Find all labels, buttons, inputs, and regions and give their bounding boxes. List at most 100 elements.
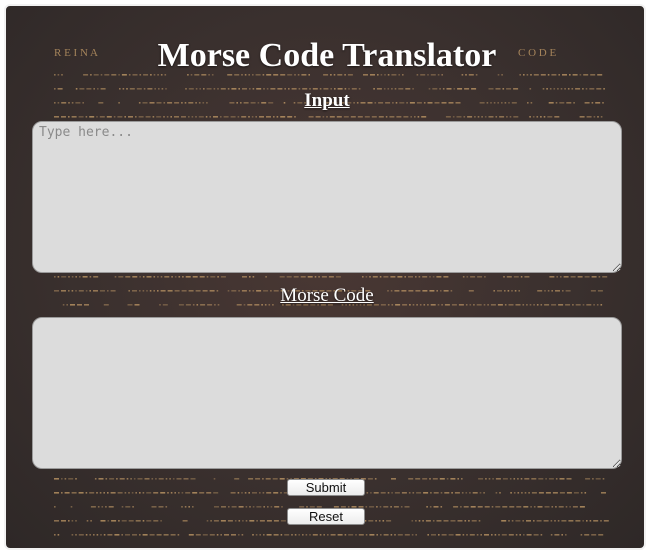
- morse-mark: [603, 520, 609, 522]
- morse-mark: [355, 534, 357, 536]
- morse-mark: [570, 276, 576, 278]
- morse-mark: [531, 492, 537, 494]
- morse-mark: [404, 276, 406, 278]
- morse-mark: [450, 478, 456, 480]
- morse-mark: [365, 276, 368, 278]
- morse-mark: [153, 520, 159, 522]
- morse-mark: [86, 520, 89, 522]
- morse-mark: [138, 116, 144, 118]
- morse-mark: [237, 492, 240, 494]
- morse-mark: [549, 276, 555, 278]
- morse-mark: [206, 520, 209, 522]
- morse-mark: [298, 534, 300, 536]
- morse-mark: [216, 534, 219, 536]
- morse-mark: [484, 116, 487, 118]
- morse-mark: [513, 478, 516, 480]
- morse-mark: [529, 116, 531, 118]
- morse-mark: [372, 276, 378, 278]
- morse-mark: [421, 116, 427, 118]
- morse-mark: [151, 506, 157, 508]
- morse-mark: [209, 116, 211, 118]
- morse-mark: [506, 276, 512, 278]
- morse-mark: [192, 276, 198, 278]
- morse-mark: [565, 506, 568, 508]
- morse-mark: [183, 478, 189, 480]
- morse-mark: [477, 506, 483, 508]
- morse-mark: [415, 478, 421, 480]
- morse-mark: [188, 534, 194, 536]
- morse-mark: [429, 506, 432, 508]
- morse-mark: [403, 116, 409, 118]
- morse-mark: [213, 492, 219, 494]
- morse-mark: [220, 276, 226, 278]
- morse-mark: [558, 506, 564, 508]
- morse-mark: [517, 478, 519, 480]
- morse-mark: [460, 506, 462, 508]
- morse-mark: [146, 492, 152, 494]
- morse-mark: [174, 276, 177, 278]
- morse-mark: [481, 116, 483, 118]
- morse-mark: [280, 492, 282, 494]
- morse-mark: [368, 520, 374, 522]
- morse-mark: [103, 492, 105, 494]
- morse-mark: [170, 534, 176, 536]
- morse-mark: [132, 506, 134, 508]
- morse-output-textarea[interactable]: [32, 317, 622, 469]
- morse-mark: [124, 492, 127, 494]
- morse-mark: [238, 520, 241, 522]
- morse-mark: [374, 478, 377, 480]
- morse-mark: [248, 116, 250, 118]
- morse-mark: [466, 534, 468, 536]
- morse-mark: [488, 116, 494, 118]
- morse-mark: [592, 478, 594, 480]
- morse-mark: [79, 276, 81, 278]
- morse-mark: [461, 492, 464, 494]
- morse-mark: [532, 116, 535, 118]
- morse-mark: [491, 534, 493, 536]
- morse-mark: [484, 276, 486, 278]
- morse-mark: [263, 506, 265, 508]
- morse-mark: [477, 116, 480, 118]
- morse-mark: [369, 276, 371, 278]
- morse-mark: [145, 116, 151, 118]
- morse-mark: [280, 116, 286, 118]
- morse-mark: [478, 478, 484, 480]
- morse-mark: [563, 276, 569, 278]
- reset-button[interactable]: Reset: [287, 508, 365, 525]
- morse-mark: [188, 506, 190, 508]
- morse-mark: [536, 520, 542, 522]
- morse-mark: [390, 506, 392, 508]
- morse-mark: [176, 478, 182, 480]
- morse-mark: [293, 276, 299, 278]
- morse-mark: [192, 492, 198, 494]
- morse-mark: [390, 276, 396, 278]
- morse-mark: [526, 520, 531, 522]
- morse-mark: [75, 534, 77, 536]
- morse-mark: [586, 116, 592, 118]
- morse-mark: [71, 492, 77, 494]
- morse-mark: [128, 520, 134, 522]
- morse-mark: [411, 534, 414, 536]
- morse-mark: [572, 506, 578, 508]
- morse-mark: [484, 506, 490, 508]
- morse-mark: [404, 534, 410, 536]
- morse-mark: [464, 520, 467, 522]
- morse-mark: [426, 506, 428, 508]
- morse-mark: [506, 116, 508, 118]
- morse-mark: [416, 492, 422, 494]
- input-textarea[interactable]: [32, 121, 622, 273]
- morse-mark: [146, 520, 152, 522]
- morse-mark: [502, 506, 508, 508]
- submit-button[interactable]: Submit: [287, 479, 365, 496]
- morse-mark: [241, 492, 243, 494]
- morse-mark: [177, 534, 180, 536]
- morse-mark: [259, 520, 265, 522]
- app-window: R E I N A C O D E Morse Code Translator …: [4, 4, 646, 550]
- morse-mark: [431, 534, 436, 536]
- morse-mark: [383, 276, 389, 278]
- morse-mark: [172, 478, 175, 480]
- morse-mark: [422, 478, 428, 480]
- morse-mark: [262, 478, 264, 480]
- morse-mark: [199, 492, 205, 494]
- morse-mark: [379, 506, 382, 508]
